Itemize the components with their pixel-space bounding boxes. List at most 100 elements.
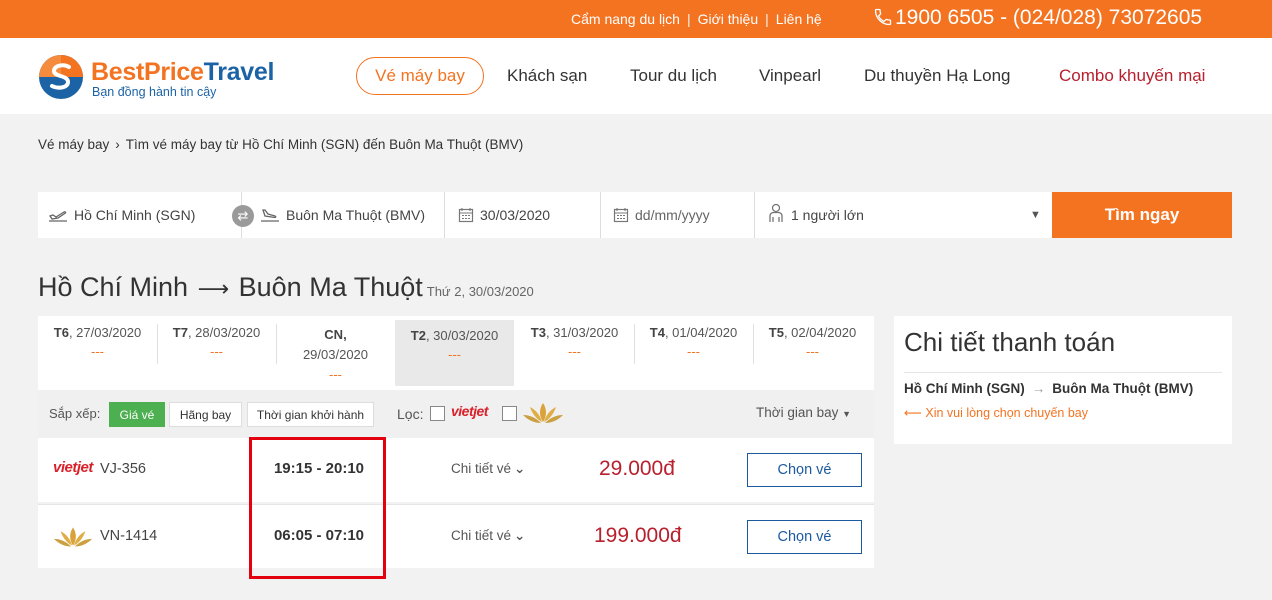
ticket-details-toggle[interactable]: Chi tiết vé ⌄ (451, 528, 525, 544)
date-tab-selected[interactable]: T2, 30/03/2020 --- (395, 320, 514, 386)
origin-value: Hồ Chí Minh (SGN) (74, 207, 196, 223)
date-tab-price: --- (568, 344, 581, 359)
top-bar: Cẩm nang du lịch | Giới thiệu | Liên hệ 1900… (0, 0, 1272, 38)
flight-price: 199.000đ (594, 524, 682, 547)
route-destination: Buôn Ma Thuột (238, 272, 423, 302)
passenger-value: 1 người lớn (791, 207, 864, 223)
vietjet-logo: vietjet (53, 459, 93, 476)
chevron-down-icon: ⌄ (514, 461, 526, 476)
summary-arrow: → (1031, 381, 1046, 396)
divider (904, 372, 1222, 373)
hotline[interactable]: 1900 6505 - (024/028) 73072605 (873, 6, 1202, 30)
link-about[interactable]: Giới thiệu (698, 11, 759, 27)
time-highlight-box (249, 437, 386, 579)
date-tab[interactable]: CN, 29/03/2020 --- (276, 316, 395, 390)
return-date-placeholder: dd/mm/yyyy (635, 207, 710, 223)
nav-hotels[interactable]: Khách sạn (507, 66, 587, 86)
vietnam-airlines-lotus-icon (523, 403, 563, 423)
select-flight-message: ⟵ Xin vui lòng chọn chuyến bay (904, 406, 1089, 420)
date-tab-day: T6 (53, 325, 69, 340)
route-arrow: ⟶ (197, 276, 230, 301)
nav-tours[interactable]: Tour du lịch (630, 66, 717, 86)
ticket-details-toggle[interactable]: Chi tiết vé ⌄ (451, 461, 525, 477)
sort-time-label: Thời gian bay (756, 405, 839, 420)
date-tabs: T6, 27/03/2020 --- T7, 28/03/2020 --- CN, 2… (38, 316, 874, 390)
link-contact[interactable]: Liên hệ (776, 11, 822, 27)
sort-filter-bar: Sắp xếp: Giá vé Hãng bay Thời gian khởi … (38, 390, 874, 438)
destination-field[interactable]: Buôn Ma Thuột (BMV) (242, 192, 445, 238)
date-tab[interactable]: T5, 02/04/2020 --- (753, 316, 872, 390)
origin-field[interactable]: Hồ Chí Minh (SGN) (38, 192, 242, 238)
breadcrumb-sep: › (115, 137, 120, 152)
date-tab[interactable]: T6, 27/03/2020 --- (38, 316, 157, 390)
date-tab-date: , 02/04/2020 (783, 325, 857, 340)
nav-vinpearl[interactable]: Vinpearl (759, 66, 821, 86)
logo-text-a: BestPrice (91, 58, 204, 86)
breadcrumb: Vé máy bay › Tìm vé máy bay từ Hồ Chí Minh… (38, 137, 523, 152)
phone-icon (874, 8, 892, 26)
summary-destination: Buôn Ma Thuột (BMV) (1052, 381, 1194, 396)
sort-departure-button[interactable]: Thời gian khởi hành (247, 402, 374, 427)
date-tab-date: , 01/04/2020 (664, 325, 738, 340)
sort-by-duration-dropdown[interactable]: Thời gian bay ▼ (756, 405, 851, 420)
link-travel-guide[interactable]: Cẩm nang du lịch (571, 11, 680, 27)
depart-date-field[interactable]: 30/03/2020 (445, 192, 601, 238)
calendar-icon (458, 208, 474, 223)
date-tab-date: , 31/03/2020 (545, 325, 619, 340)
date-tab-price: --- (91, 344, 104, 359)
person-icon (769, 203, 783, 222)
site-header: BestPriceTravel Bạn đồng hành tin cậy Vé… (0, 38, 1272, 114)
search-button[interactable]: Tìm ngay (1052, 192, 1232, 238)
return-date-field[interactable]: dd/mm/yyyy (601, 192, 755, 238)
nav-cruise[interactable]: Du thuyền Hạ Long (864, 66, 1011, 86)
breadcrumb-home[interactable]: Vé máy bay (38, 137, 109, 152)
nav-combo[interactable]: Combo khuyến mại (1059, 66, 1205, 86)
filter-label: Lọc: (397, 406, 424, 422)
passenger-select[interactable]: 1 người lớn ▼ (755, 192, 1052, 238)
vietnam-airlines-lotus-icon (53, 527, 93, 547)
payment-summary-title: Chi tiết thanh toán (904, 327, 1116, 357)
date-tab-day: T4 (649, 325, 665, 340)
logo-wordmark[interactable]: BestPriceTravel (91, 58, 274, 87)
landing-icon (261, 209, 279, 222)
route-date: Thứ 2, 30/03/2020 (426, 284, 534, 299)
date-tab-price: --- (448, 347, 461, 362)
ticket-details-label: Chi tiết vé (451, 461, 512, 476)
sort-label: Sắp xếp: (49, 406, 101, 421)
date-tab[interactable]: T4, 01/04/2020 --- (634, 316, 753, 390)
filter-vietnam-airlines-checkbox[interactable] (502, 406, 517, 421)
destination-value: Buôn Ma Thuột (BMV) (286, 207, 426, 223)
select-ticket-button[interactable]: Chọn vé (747, 520, 862, 554)
date-tab-day: T7 (172, 325, 188, 340)
takeoff-icon (48, 211, 67, 222)
vietjet-logo: vietjet (451, 403, 488, 419)
flight-code: VJ-356 (100, 461, 146, 477)
top-links: Cẩm nang du lịch | Giới thiệu | Liên hệ (571, 11, 822, 27)
date-tab-date: , 30/03/2020 (425, 328, 499, 343)
depart-date-value: 30/03/2020 (480, 207, 551, 223)
date-tab-price: --- (687, 344, 700, 359)
summary-route: Hồ Chí Minh (SGN) → Buôn Ma Thuột (BMV) (904, 381, 1193, 396)
sort-price-button[interactable]: Giá vé (109, 402, 165, 427)
date-tab-date: 29/03/2020 (302, 347, 369, 362)
flight-row: VN-1414 06:05 - 07:10 Chi tiết vé ⌄ 199.0… (38, 504, 874, 568)
route-origin: Hồ Chí Minh (38, 272, 189, 302)
nav-flights[interactable]: Vé máy bay (356, 57, 484, 95)
flight-price: 29.000đ (599, 457, 675, 480)
date-tab-day: T2 (410, 328, 426, 343)
breadcrumb-current: Tìm vé máy bay từ Hồ Chí Minh (SGN) đến … (125, 137, 524, 152)
date-tab[interactable]: T7, 28/03/2020 --- (157, 316, 276, 390)
date-tab[interactable]: T3, 31/03/2020 --- (515, 316, 634, 390)
logo-tagline: Bạn đồng hành tin cậy (92, 85, 217, 99)
ticket-details-label: Chi tiết vé (451, 528, 512, 543)
route-title: Hồ Chí Minh ⟶ Buôn Ma Thuột Thứ 2, 30/03/… (38, 272, 534, 303)
flight-search-form: Hồ Chí Minh (SGN) ⇄ Buôn Ma Thuột (BMV) … (38, 192, 1052, 238)
flight-row: vietjet VJ-356 19:15 - 20:10 Chi tiết vé… (38, 438, 874, 502)
sort-airline-button[interactable]: Hãng bay (169, 402, 242, 427)
filter-vietjet-checkbox[interactable] (430, 406, 445, 421)
divider: | (765, 11, 769, 27)
divider: | (686, 11, 691, 27)
logo-icon[interactable] (38, 54, 84, 100)
select-ticket-button[interactable]: Chọn vé (747, 453, 862, 487)
date-tab-price: --- (210, 344, 223, 359)
